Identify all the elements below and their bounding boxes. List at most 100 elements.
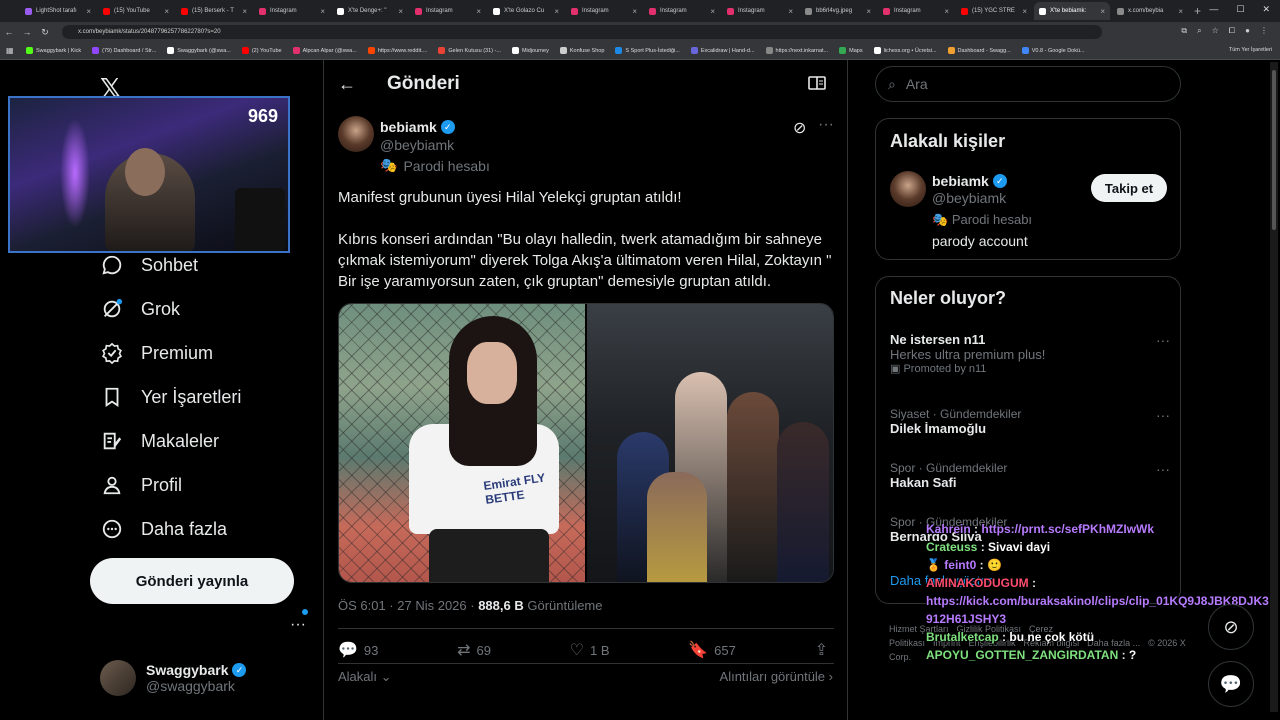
reader-mode-icon[interactable]: [808, 76, 826, 90]
browser-tab[interactable]: (15) YGC STRE ×: [956, 2, 1032, 20]
menu-icon[interactable]: ⋮: [1260, 26, 1268, 36]
tab-close-icon[interactable]: ×: [1178, 7, 1183, 16]
browser-tab[interactable]: X'te Denge+: " ×: [332, 2, 408, 20]
minimize-icon[interactable]: —: [1209, 4, 1218, 15]
bookmark-item[interactable]: lichess.org • Ücretsi...: [873, 47, 937, 54]
all-bookmarks-link[interactable]: Tüm Yer İşaretleri: [1229, 47, 1272, 53]
maximize-icon[interactable]: ☐: [1236, 4, 1244, 15]
share-button[interactable]: ⇪: [815, 640, 834, 660]
nav-item[interactable]: Makaleler: [100, 427, 219, 455]
like-button[interactable]: ♡ 1 B: [570, 640, 610, 660]
related-name[interactable]: bebiamk: [932, 173, 989, 189]
bookmark-item[interactable]: Gelen Kutusu (31) -...: [438, 47, 501, 54]
trend-item[interactable]: Ne istersen n11 Herkes ultra premium plu…: [890, 332, 1170, 375]
url-input[interactable]: x.com/beybiamk/status/204877962577862278…: [62, 25, 1102, 39]
related-avatar[interactable]: [890, 171, 926, 207]
browser-tab[interactable]: bb6rl4vg.jpeg ×: [800, 2, 876, 20]
trend-item[interactable]: Spor · Gündemdekiler Hakan Safi ···: [890, 461, 1170, 490]
close-window-icon[interactable]: ✕: [1262, 4, 1270, 15]
tab-close-icon[interactable]: ×: [710, 7, 715, 16]
browser-tab[interactable]: Instagram ×: [878, 2, 954, 20]
account-more-icon[interactable]: ···: [290, 616, 306, 634]
bookmark-item[interactable]: Swaggybark (@swa...: [167, 47, 231, 54]
view-quotes-link[interactable]: Alıntıları görüntüle ›: [720, 669, 833, 684]
post-media[interactable]: Emirat FLY BETTE: [338, 303, 834, 583]
forward-icon[interactable]: →: [18, 27, 36, 37]
browser-tab[interactable]: X'te Golazo Cu ×: [488, 2, 564, 20]
scrollbar-thumb[interactable]: [1272, 70, 1276, 230]
account-switcher[interactable]: Swaggybark ✓ @swaggybark: [100, 660, 247, 696]
repost-button[interactable]: ⇄ 69: [457, 640, 491, 660]
tab-close-icon[interactable]: ×: [944, 7, 949, 16]
bookmark-item[interactable]: V0.8 - Google Dokü...: [1021, 47, 1085, 54]
trend-more-icon[interactable]: ···: [1156, 332, 1170, 348]
tab-close-icon[interactable]: ×: [554, 7, 559, 16]
new-tab-button[interactable]: +: [1194, 4, 1201, 18]
bookmark-item[interactable]: Konfuse Shop: [559, 47, 604, 54]
extensions-icon[interactable]: ⧠: [1229, 26, 1235, 36]
grok-float-button[interactable]: ⊘: [1208, 604, 1254, 650]
nav-item[interactable]: Premium: [100, 339, 213, 367]
tab-close-icon[interactable]: ×: [1100, 7, 1105, 16]
browser-tab[interactable]: Instagram ×: [254, 2, 330, 20]
browser-tab[interactable]: (15) YouTube ×: [98, 2, 174, 20]
tab-close-icon[interactable]: ×: [788, 7, 793, 16]
tab-close-icon[interactable]: ×: [1022, 7, 1027, 16]
bookmark-item[interactable]: (79) Dashboard / Str...: [92, 47, 156, 54]
relevance-dropdown[interactable]: Alakalı ⌄: [338, 669, 392, 685]
tab-close-icon[interactable]: ×: [632, 7, 637, 16]
browser-tab[interactable]: x.com/beybia ×: [1112, 2, 1188, 20]
star-icon[interactable]: ☆: [1212, 26, 1219, 36]
tab-close-icon[interactable]: ×: [476, 7, 481, 16]
bookmark-item[interactable]: Midjourney: [511, 47, 549, 54]
trend-more-icon[interactable]: ···: [1156, 461, 1170, 477]
browser-tab[interactable]: Instagram ×: [566, 2, 642, 20]
related-handle[interactable]: @beybiamk: [932, 190, 1006, 206]
tab-close-icon[interactable]: ×: [242, 7, 247, 16]
nav-item[interactable]: Sohbet: [100, 251, 198, 279]
grok-icon[interactable]: ⊘: [793, 118, 806, 138]
trend-item[interactable]: Siyaset · Gündemdekiler Dilek İmamoğlu ·…: [890, 407, 1170, 436]
browser-tab[interactable]: X'te bebiamk: ×: [1034, 2, 1110, 20]
bookmark-item[interactable]: Swaggybark | Kick: [26, 47, 81, 54]
back-icon[interactable]: ←: [0, 27, 18, 37]
tab-close-icon[interactable]: ×: [86, 7, 91, 16]
bookmark-item[interactable]: Dashboard - Swagg...: [947, 47, 1011, 54]
more-options-icon[interactable]: ···: [818, 116, 834, 134]
back-arrow-icon[interactable]: ←: [338, 74, 356, 95]
tab-close-icon[interactable]: ×: [866, 7, 871, 16]
bookmark-item[interactable]: Excalidraw | Hand-d...: [690, 47, 755, 54]
browser-tab[interactable]: Instagram ×: [722, 2, 798, 20]
reply-button[interactable]: 💬 93: [338, 640, 378, 660]
post-button[interactable]: Gönderi yayınla: [90, 558, 294, 604]
nav-item[interactable]: Daha fazla: [100, 515, 227, 543]
bookmark-item[interactable]: https://www.reddit....: [367, 47, 427, 54]
search-input[interactable]: ⌕ Ara: [875, 66, 1181, 102]
nav-item[interactable]: Profil: [100, 471, 182, 499]
zoom-icon[interactable]: ⌕: [1197, 26, 1201, 36]
author-name[interactable]: bebiamk: [380, 119, 437, 135]
nav-item[interactable]: Grok: [100, 295, 180, 323]
browser-tab[interactable]: Instagram ×: [410, 2, 486, 20]
nav-item[interactable]: Yer İşaretleri: [100, 383, 241, 411]
media-image-left[interactable]: Emirat FLY BETTE: [339, 304, 585, 582]
bookmark-item[interactable]: S Sport Plus-İstediği...: [615, 47, 680, 54]
bookmark-item[interactable]: Maps: [839, 47, 863, 54]
author-handle[interactable]: @beybiamk: [380, 137, 454, 153]
author-avatar[interactable]: [338, 116, 374, 152]
tab-close-icon[interactable]: ×: [398, 7, 403, 16]
bookmark-item[interactable]: (2) YouTube: [241, 47, 282, 54]
tab-close-icon[interactable]: ×: [164, 7, 169, 16]
follow-button[interactable]: Takip et: [1091, 174, 1167, 202]
media-image-right[interactable]: [587, 304, 833, 582]
trend-more-icon[interactable]: ···: [1156, 407, 1170, 423]
install-icon[interactable]: ⧉: [1181, 26, 1187, 36]
messages-float-button[interactable]: 💬: [1208, 661, 1254, 707]
bookmark-item[interactable]: Alpcan Alpar (@swa...: [292, 47, 357, 54]
profile-icon-browser[interactable]: ●: [1245, 26, 1250, 36]
apps-icon[interactable]: ▦: [6, 46, 14, 55]
browser-tab[interactable]: LightShot tarafı ×: [20, 2, 96, 20]
browser-tab[interactable]: (15) Berserk - T ×: [176, 2, 252, 20]
reload-icon[interactable]: ↻: [36, 27, 54, 38]
bookmark-button[interactable]: 🔖 657: [688, 640, 736, 660]
